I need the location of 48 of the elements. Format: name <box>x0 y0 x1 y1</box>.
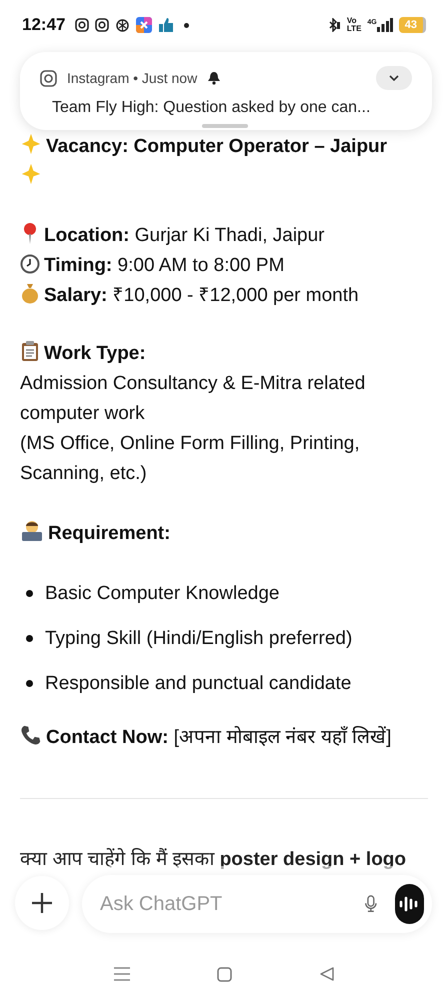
chevron-down-icon <box>389 75 399 81</box>
notification-card[interactable]: Instagram • Just now Team Fly High: Question asked by one can... <box>20 52 432 130</box>
battery-indicator: 43 <box>398 17 426 33</box>
bell-icon <box>207 71 222 85</box>
bullet-text: Responsible and punctual candidate <box>45 673 352 694</box>
home-square-icon[interactable] <box>217 966 232 982</box>
detail-text: Location: Gurjar Ki Thadi, Jaipur <box>44 225 325 246</box>
message-input[interactable]: Ask ChatGPT <box>100 889 365 919</box>
work-type-text: Admission Consultancy & E-Mitra related computer work <box>20 372 366 426</box>
status-time: 12:47 <box>22 14 66 36</box>
contact-text: Contact Now: [अपना मोबाइल नंबर यहाँ लिखें] <box>46 727 392 748</box>
back-icon[interactable] <box>320 967 334 981</box>
camera-icon <box>40 70 57 86</box>
voice-mode-button[interactable] <box>394 884 424 924</box>
notification-source: Instagram • Just now <box>67 68 198 88</box>
menu-icon[interactable] <box>114 967 130 981</box>
detail-text: Salary: ₹10,000 - ₹12,000 per month <box>44 285 359 306</box>
bullet-icon <box>26 635 33 642</box>
star-icon <box>20 163 42 185</box>
section-heading: Requirement: <box>48 523 170 544</box>
person-at-laptop-icon <box>20 520 44 542</box>
volte-label: LTE <box>346 25 362 33</box>
bullet-text: Basic Computer Knowledge <box>45 583 280 604</box>
app-icon <box>136 17 152 33</box>
plus-icon <box>31 892 53 914</box>
bullet-icon <box>26 680 33 688</box>
phone-icon <box>20 724 42 746</box>
bullet-icon <box>26 590 33 598</box>
notification-message: Team Fly High: Question asked by one can... <box>51 98 372 118</box>
camera-icon <box>75 18 90 32</box>
work-type-text: (MS Office, Online Form Filling, Printing, Scanning, etc.) <box>20 432 361 486</box>
waveform-icon <box>399 896 420 912</box>
section-heading: Work Type: <box>44 343 146 364</box>
drag-handle[interactable] <box>202 124 248 128</box>
volte-label: Vo <box>346 17 358 25</box>
vacancy-heading: Vacancy: Computer Operator – Jaipur <box>46 136 388 157</box>
clipboard-icon <box>20 340 40 362</box>
follow-up-text: क्या आप चाहेंगे कि मैं इसका poster design + logo <box>20 847 408 872</box>
bluetooth-icon <box>326 18 341 32</box>
detail-text: Timing: 9:00 AM to 8:00 PM <box>44 255 284 276</box>
star-icon <box>20 133 42 155</box>
bullet-text: Typing Skill (Hindi/English preferred) <box>45 628 352 649</box>
camera-icon <box>95 18 110 32</box>
expand-button[interactable] <box>376 66 412 90</box>
thumbs-icon <box>158 18 174 32</box>
clock-icon <box>20 254 40 274</box>
signal-icon <box>376 18 393 32</box>
money-bag-icon <box>20 282 40 304</box>
